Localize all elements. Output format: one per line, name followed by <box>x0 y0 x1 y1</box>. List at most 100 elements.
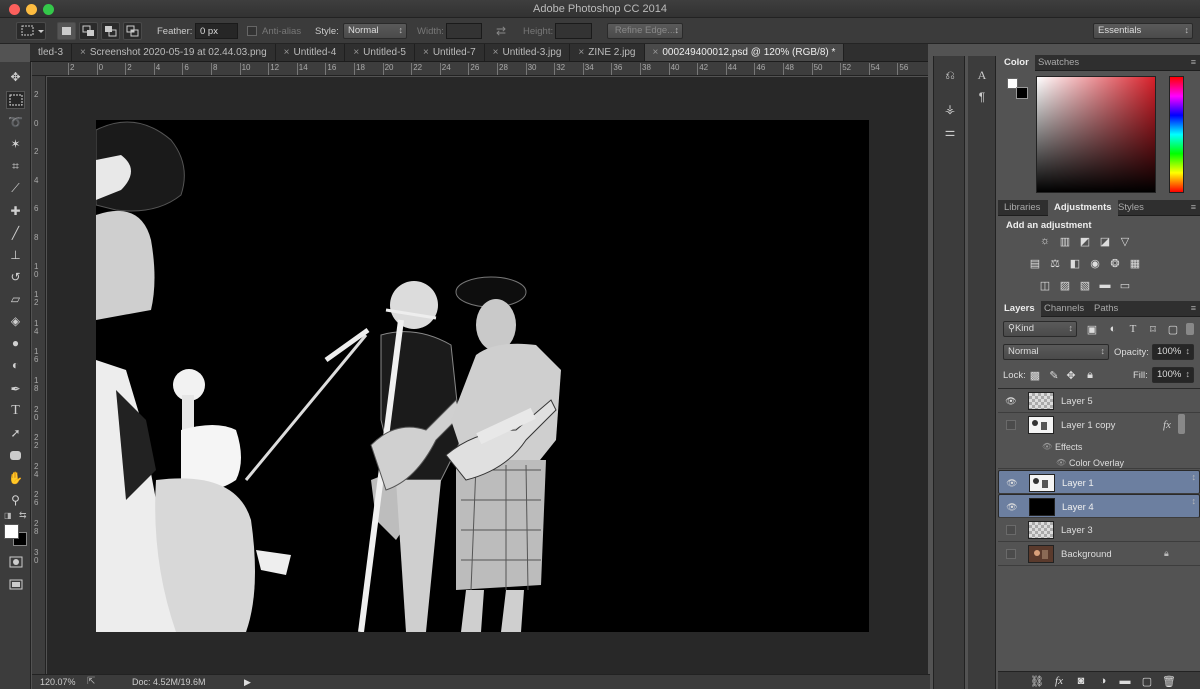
hue-saturation-adjustment-icon[interactable]: ▤ <box>1028 257 1042 270</box>
document-tab[interactable]: × Untitled-7 <box>415 44 485 61</box>
tab-color[interactable]: Color <box>998 55 1035 71</box>
add-layer-style-icon[interactable]: fx <box>1052 675 1066 687</box>
shape-tool-button[interactable] <box>6 446 25 464</box>
properties-panel-button[interactable]: ⚌ <box>940 123 960 141</box>
color-balance-adjustment-icon[interactable]: ⚖ <box>1048 257 1062 270</box>
filter-smart-object-icon[interactable]: ▢ <box>1166 323 1180 336</box>
brightness-adjustment-icon[interactable]: ☼ <box>1038 235 1052 247</box>
document-tab[interactable]: tled-3 <box>30 44 73 61</box>
tab-styles[interactable]: Styles <box>1112 200 1150 216</box>
height-input[interactable] <box>555 23 592 39</box>
tab-libraries[interactable]: Libraries <box>998 200 1046 216</box>
layer-filter-kind-select[interactable]: ⚲Kind <box>1003 321 1077 337</box>
add-mask-icon[interactable]: ◙ <box>1074 675 1088 687</box>
feather-input[interactable] <box>195 23 238 39</box>
new-selection-button[interactable] <box>57 22 76 40</box>
paragraph-panel-button[interactable]: ¶ <box>972 88 992 106</box>
brush-tool-button[interactable]: ╱ <box>6 224 25 242</box>
layers-panel-menu-icon[interactable]: ≡ <box>1191 303 1196 313</box>
close-tab-icon[interactable]: × <box>80 47 86 58</box>
pen-tool-button[interactable]: ✒ <box>6 380 25 398</box>
paint-bucket-tool-button[interactable]: ◈ <box>6 312 25 330</box>
blend-mode-select[interactable]: Normal <box>1003 344 1109 360</box>
color-overlay-effect[interactable]: Color Overlay <box>1069 458 1124 468</box>
eye-icon[interactable]: 👁︎ <box>1006 501 1018 513</box>
layers-scrollbar-thumb[interactable] <box>1178 414 1185 434</box>
tab-adjustments[interactable]: Adjustments <box>1048 200 1118 216</box>
color-panel-menu-icon[interactable]: ≡ <box>1191 57 1196 67</box>
gradient-map-adjustment-icon[interactable]: ▬ <box>1098 279 1112 291</box>
layer-row-layer-1-copy[interactable]: Layer 1 copy fx 👁︎ Effects 👁︎ Color Over… <box>998 413 1200 469</box>
workspace-select[interactable]: Essentials <box>1093 23 1193 39</box>
add-to-selection-button[interactable] <box>79 22 98 40</box>
photo-filter-adjustment-icon[interactable]: ◉ <box>1088 257 1102 270</box>
vibrance-adjustment-icon[interactable]: ▽ <box>1118 235 1132 248</box>
document-tab[interactable]: × ZINE 2.jpg <box>570 44 645 61</box>
marquee-tool-preset-picker[interactable] <box>16 22 46 40</box>
color-overlay-visibility-icon[interactable]: 👁︎ <box>1056 458 1066 467</box>
layer-row-layer-5[interactable]: 👁︎ Layer 5 <box>998 389 1200 413</box>
history-brush-tool-button[interactable]: ↺ <box>6 268 25 286</box>
tab-swatches[interactable]: Swatches <box>1032 55 1085 71</box>
brush-presets-button[interactable]: ⚶ <box>940 100 960 118</box>
layer-row-layer-1[interactable]: 👁︎ Layer 1 <box>998 470 1200 494</box>
screen-mode-button[interactable] <box>6 575 25 593</box>
filter-toggle-switch[interactable] <box>1186 323 1194 335</box>
layer-row-layer-4[interactable]: 👁︎ Layer 4 <box>998 494 1200 518</box>
new-group-icon[interactable]: ▬ <box>1118 675 1132 687</box>
selective-color-adjustment-icon[interactable]: ▭ <box>1118 279 1132 292</box>
lock-transparent-pixels-icon[interactable]: ▩ <box>1028 369 1042 382</box>
layer-row-layer-3[interactable]: Layer 3 <box>998 518 1200 542</box>
subtract-from-selection-button[interactable] <box>101 22 120 40</box>
document-tab[interactable]: × Untitled-4 <box>276 44 346 61</box>
color-panel-background[interactable] <box>1016 87 1028 99</box>
lock-position-icon[interactable]: ✥ <box>1064 369 1078 382</box>
lock-image-pixels-icon[interactable]: ✎ <box>1047 369 1061 382</box>
close-tab-icon[interactable]: × <box>653 47 659 58</box>
status-menu-arrow-icon[interactable]: ▶ <box>244 677 251 688</box>
foreground-color-swatch[interactable] <box>4 524 19 539</box>
layer-row-background[interactable]: Background 🔒︎ <box>998 542 1200 566</box>
magic-wand-tool-button[interactable]: ✶ <box>6 135 25 153</box>
close-tab-icon[interactable]: × <box>353 47 359 58</box>
link-layers-icon[interactable]: ⛓ <box>1030 675 1044 688</box>
adjustments-panel-menu-icon[interactable]: ≡ <box>1191 202 1196 212</box>
channel-mixer-adjustment-icon[interactable]: ❂ <box>1108 257 1122 270</box>
intersect-selection-button[interactable] <box>123 22 142 40</box>
type-tool-button[interactable]: T <box>6 402 25 420</box>
zoom-level[interactable]: 120.07% <box>40 677 76 687</box>
effects-visibility-icon[interactable]: 👁︎ <box>1042 442 1052 451</box>
dodge-tool-button[interactable]: ◐ <box>6 356 25 374</box>
filter-shape-icon[interactable]: ⌑ <box>1146 323 1160 336</box>
history-panel-button[interactable]: ⎌ <box>940 66 960 84</box>
marquee-tool-button[interactable] <box>6 91 25 109</box>
lasso-tool-button[interactable]: ➰ <box>6 113 25 131</box>
close-tab-icon[interactable]: × <box>493 47 499 58</box>
eye-icon[interactable]: 👁︎ <box>1005 395 1017 407</box>
curves-adjustment-icon[interactable]: ◩ <box>1078 235 1092 248</box>
layer-effects-fx-icon[interactable]: fx <box>1163 419 1171 431</box>
hue-slider[interactable] <box>1169 76 1184 193</box>
quick-mask-button[interactable] <box>6 553 25 571</box>
invert-adjustment-icon[interactable]: ◫ <box>1038 279 1052 292</box>
clone-stamp-tool-button[interactable]: ⊥ <box>6 246 25 264</box>
visibility-toggle[interactable] <box>1006 549 1016 559</box>
posterize-adjustment-icon[interactable]: ▨ <box>1058 279 1072 292</box>
black-white-adjustment-icon[interactable]: ◧ <box>1068 257 1082 270</box>
swap-colors-icon[interactable]: ⇆ <box>19 510 27 521</box>
delete-layer-icon[interactable]: 🗑︎ <box>1162 675 1176 688</box>
document-tab[interactable]: × Untitled-5 <box>345 44 415 61</box>
move-tool-button[interactable]: ✥ <box>6 68 25 86</box>
filter-type-icon[interactable]: T <box>1126 323 1140 335</box>
tab-paths[interactable]: Paths <box>1088 301 1124 317</box>
exposure-adjustment-icon[interactable]: ◪ <box>1098 235 1112 248</box>
visibility-toggle[interactable] <box>1006 525 1016 535</box>
share-icon[interactable]: ⇱ <box>87 676 95 687</box>
close-tab-icon[interactable]: × <box>423 47 429 58</box>
levels-adjustment-icon[interactable]: ▥ <box>1058 235 1072 248</box>
eye-icon[interactable]: 👁︎ <box>1006 477 1018 489</box>
refine-edge-button[interactable]: Refine Edge... <box>607 23 683 39</box>
width-input[interactable] <box>446 23 482 39</box>
color-lookup-adjustment-icon[interactable]: ▦ <box>1128 257 1142 270</box>
color-field[interactable] <box>1036 76 1156 193</box>
